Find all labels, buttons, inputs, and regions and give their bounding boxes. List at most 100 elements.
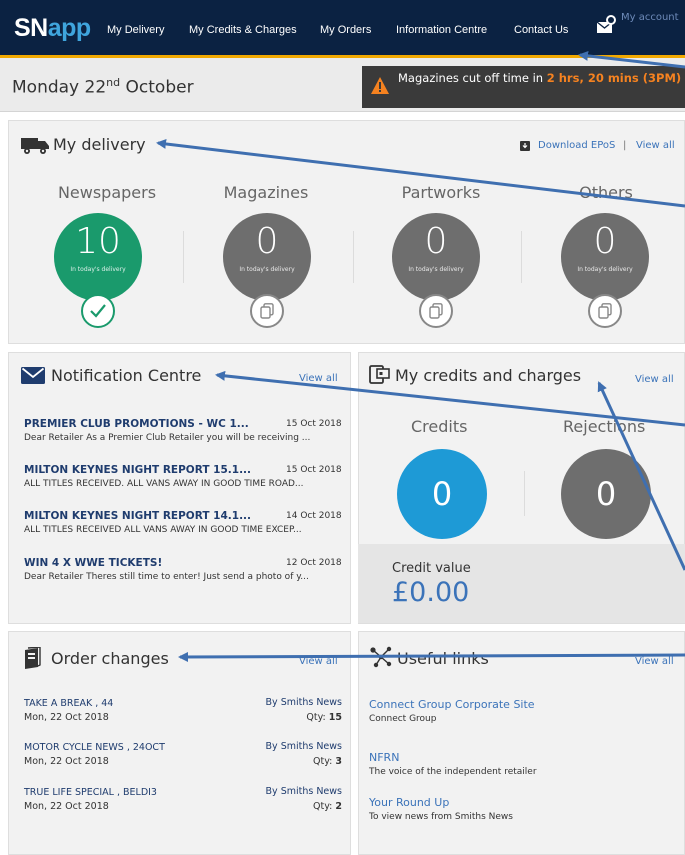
copy-icon bbox=[260, 303, 274, 319]
credits-view-all-link[interactable]: View all bbox=[635, 374, 674, 385]
useful-link[interactable]: Connect Group Corporate Site bbox=[369, 698, 535, 711]
rejections-label: Rejections bbox=[563, 417, 646, 436]
copy-badge-magazines[interactable] bbox=[250, 294, 284, 328]
notification-title[interactable]: MILTON KEYNES NIGHT REPORT 14.1... bbox=[24, 510, 251, 522]
my-delivery-title: My delivery bbox=[53, 135, 146, 154]
order-supplier: By Smiths News bbox=[265, 697, 342, 708]
credit-value-box: Credit value £0.00 bbox=[358, 544, 685, 623]
order-title[interactable]: MOTOR CYCLE NEWS , 24OCT bbox=[24, 742, 165, 753]
order-qty: Qty: 3 bbox=[313, 756, 342, 767]
nav-my-delivery[interactable]: My Delivery bbox=[107, 24, 164, 36]
rejections-count-circle[interactable]: 0 bbox=[561, 449, 651, 539]
top-nav: SNapp My Delivery My Credits & Charges M… bbox=[0, 0, 685, 58]
credits-charges-title: My credits and charges bbox=[395, 366, 582, 385]
credits-label: Credits bbox=[411, 417, 468, 436]
credit-card-icon bbox=[369, 365, 390, 384]
order-title[interactable]: TAKE A BREAK , 44 bbox=[24, 698, 113, 709]
notification-title[interactable]: WIN 4 X WWE TICKETS! bbox=[24, 557, 162, 569]
brand-logo[interactable]: SNapp bbox=[14, 14, 91, 43]
envelope-icon[interactable] bbox=[596, 14, 618, 36]
useful-link-desc: The voice of the independent retailer bbox=[369, 767, 537, 777]
notification-body: Dear Retailer As a Premier Club Retailer… bbox=[24, 433, 311, 443]
useful-link-desc: Connect Group bbox=[369, 714, 437, 724]
order-changes-title: Order changes bbox=[51, 649, 169, 668]
check-badge[interactable] bbox=[81, 294, 115, 328]
order-date: Mon, 22 Oct 2018 bbox=[24, 756, 109, 767]
delivery-view-all-link[interactable]: View all bbox=[636, 140, 675, 151]
my-account-link[interactable]: My account bbox=[621, 12, 679, 23]
nav-my-credits-charges[interactable]: My Credits & Charges bbox=[189, 24, 297, 36]
category-divider bbox=[353, 231, 354, 283]
credit-value-label: Credit value bbox=[392, 561, 471, 576]
notification-body: ALL TITLES RECEIVED ALL VANS AWAY IN GOO… bbox=[24, 525, 302, 535]
useful-links-view-all-link[interactable]: View all bbox=[635, 656, 674, 667]
check-icon bbox=[90, 304, 106, 318]
delivery-truck-icon bbox=[21, 138, 49, 154]
notification-body: Dear Retailer Theres still time to enter… bbox=[24, 572, 309, 582]
nav-information-centre[interactable]: Information Centre bbox=[396, 24, 487, 36]
download-epos-link[interactable]: Download EPoS bbox=[538, 140, 615, 151]
partworks-count-circle[interactable]: 0 In today's delivery bbox=[392, 213, 480, 301]
category-divider bbox=[521, 231, 522, 283]
order-date: Mon, 22 Oct 2018 bbox=[24, 712, 109, 723]
warning-icon bbox=[371, 77, 389, 94]
others-count-circle[interactable]: 0 In today's delivery bbox=[561, 213, 649, 301]
useful-link[interactable]: Your Round Up bbox=[369, 796, 449, 809]
magazines-count: 0 bbox=[255, 221, 279, 262]
order-meta: By Smiths News Qty: 15 bbox=[220, 697, 342, 737]
credits-divider bbox=[524, 471, 525, 516]
order-supplier: By Smiths News bbox=[265, 741, 342, 752]
order-book-icon bbox=[25, 647, 41, 669]
notification-date: 15 Oct 2018 bbox=[286, 465, 342, 475]
category-label-magazines: Magazines bbox=[223, 183, 309, 202]
mail-icon bbox=[21, 367, 45, 384]
order-meta: By Smiths News Qty: 2 bbox=[220, 786, 342, 826]
nav-my-orders[interactable]: My Orders bbox=[320, 24, 371, 36]
others-sublabel: In today's delivery bbox=[577, 266, 633, 273]
newspapers-sublabel: In today's delivery bbox=[70, 266, 126, 273]
order-meta: By Smiths News Qty: 3 bbox=[220, 741, 342, 781]
magazines-count-circle[interactable]: 0 In today's delivery bbox=[223, 213, 311, 301]
newspapers-count: 10 bbox=[75, 221, 121, 262]
notification-date: 15 Oct 2018 bbox=[286, 419, 342, 429]
order-qty: Qty: 15 bbox=[306, 712, 342, 723]
newspapers-count-circle[interactable]: 10 In today's delivery bbox=[54, 213, 142, 301]
category-divider bbox=[183, 231, 184, 283]
magazines-sublabel: In today's delivery bbox=[239, 266, 295, 273]
partworks-sublabel: In today's delivery bbox=[408, 266, 464, 273]
useful-links-title: Useful links bbox=[397, 649, 489, 668]
link-separator: | bbox=[623, 140, 627, 151]
useful-link[interactable]: NFRN bbox=[369, 751, 399, 764]
order-title[interactable]: TRUE LIFE SPECIAL , BELDI3 bbox=[24, 787, 157, 798]
copy-badge-others[interactable] bbox=[588, 294, 622, 328]
copy-icon bbox=[429, 303, 443, 319]
notifications-view-all-link[interactable]: View all bbox=[299, 373, 338, 384]
order-date: Mon, 22 Oct 2018 bbox=[24, 801, 109, 812]
category-label-others: Others bbox=[579, 183, 633, 202]
notification-centre-title: Notification Centre bbox=[51, 366, 202, 385]
notification-title[interactable]: PREMIER CLUB PROMOTIONS - WC 1... bbox=[24, 418, 249, 430]
partworks-count: 0 bbox=[424, 221, 448, 262]
brand-part2: app bbox=[47, 14, 91, 42]
order-qty: Qty: 2 bbox=[313, 801, 342, 812]
notification-body: ALL TITLES RECEIVED. ALL VANS AWAY IN GO… bbox=[24, 479, 304, 489]
my-delivery-panel: My delivery Download EPoS | View all New… bbox=[8, 120, 685, 344]
nav-contact-us[interactable]: Contact Us bbox=[514, 24, 568, 36]
cutoff-alert: Magazines cut off time in 2 hrs, 20 mins… bbox=[362, 66, 685, 108]
category-label-partworks: Partworks bbox=[401, 183, 481, 202]
credits-count-circle[interactable]: 0 bbox=[397, 449, 487, 539]
cutoff-alert-text: Magazines cut off time in 2 hrs, 20 mins… bbox=[398, 71, 682, 85]
brand-part1: SN bbox=[14, 14, 48, 42]
category-label-newspapers: Newspapers bbox=[57, 183, 157, 202]
network-icon bbox=[370, 646, 392, 668]
orders-view-all-link[interactable]: View all bbox=[299, 656, 338, 667]
copy-badge-partworks[interactable] bbox=[419, 294, 453, 328]
order-supplier: By Smiths News bbox=[265, 786, 342, 797]
notification-title[interactable]: MILTON KEYNES NIGHT REPORT 15.1... bbox=[24, 464, 251, 476]
download-icon bbox=[520, 141, 530, 151]
credit-value-amount: £0.00 bbox=[392, 577, 470, 608]
copy-icon bbox=[598, 303, 612, 319]
page-date: Monday 22nd October bbox=[12, 76, 194, 98]
notification-date: 12 Oct 2018 bbox=[286, 558, 342, 568]
notification-date: 14 Oct 2018 bbox=[286, 511, 342, 521]
